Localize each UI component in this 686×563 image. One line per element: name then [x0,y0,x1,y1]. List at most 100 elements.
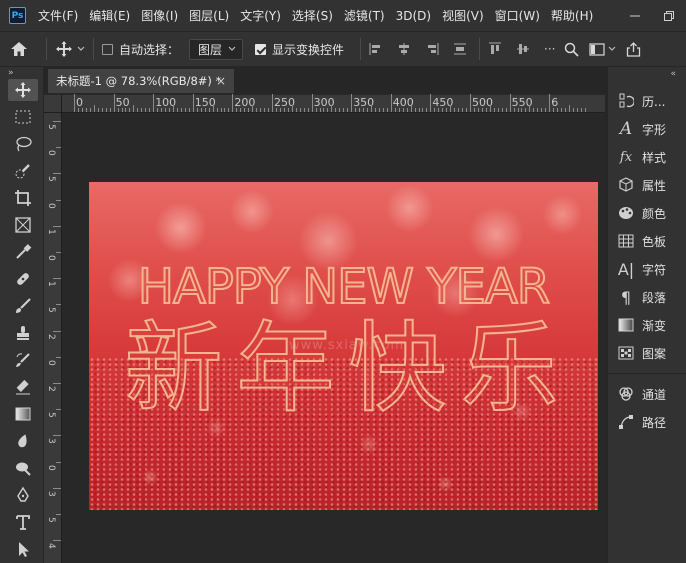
ruler-major-tick [470,94,471,112]
panel-history[interactable]: 历... [608,87,686,115]
home-button[interactable] [0,41,38,57]
panel-group-separator [608,373,686,374]
styles-icon: fx [619,149,633,165]
ruler-label: 5 [46,124,56,130]
document-tab[interactable]: 未标题-1 @ 78.3%(RGB/8#) * × [48,69,234,93]
ruler-minor-tick [248,108,250,112]
chevron-down-icon [77,46,85,51]
ruler-minor-tick [319,108,321,112]
distribute-icon[interactable] [453,42,467,56]
ruler-minor-tick [367,108,369,112]
menu-window[interactable]: 窗口(W) [495,7,540,24]
dodge-tool[interactable] [8,457,38,479]
ruler-major-tick [74,94,75,112]
menu-layer[interactable]: 图层(L) [189,7,229,24]
menu-help[interactable]: 帮助(H) [551,7,593,24]
quick-selection-icon [15,164,30,179]
crop-tool[interactable] [8,187,38,209]
ruler-minor-tick [208,108,210,112]
auto-select-option[interactable]: 自动选择： [102,41,179,58]
frame-tool[interactable] [8,214,38,236]
clone-stamp-tool[interactable] [8,322,38,344]
menu-view[interactable]: 视图(V) [442,7,484,24]
ellipsis-icon: ··· [544,42,556,56]
menu-file[interactable]: 文件(F) [38,7,78,24]
panel-gradients[interactable]: 渐变 [608,311,686,339]
eyedropper-tool[interactable] [8,241,38,263]
vertical-ruler[interactable]: 5 0 5 0 1 0 1 5 2 0 2 5 3 0 3 5 4 [44,113,62,563]
align-vertical-center-icon[interactable] [516,42,530,56]
ruler-major-tick [232,94,234,112]
workspace-button[interactable] [588,42,616,56]
collapse-toolbar-icon[interactable]: » [0,67,43,79]
align-horizontal-center-icon[interactable] [397,42,411,56]
auto-select-checkbox[interactable] [102,43,113,55]
ruler-minor-tick [287,108,289,112]
menu-image[interactable]: 图像(I) [141,7,178,24]
close-tab-icon[interactable]: × [216,74,226,88]
history-brush-tool[interactable] [8,349,38,371]
options-bar: 自动选择： 图层 显示变换控件 ··· [0,31,686,67]
blur-tool[interactable] [8,430,38,452]
search-button[interactable] [564,42,579,57]
panel-color[interactable]: 颜色 [608,199,686,227]
show-transform-option[interactable]: 显示变换控件 [255,41,344,58]
ruler-minor-tick [327,108,329,112]
ruler-tick [53,278,61,280]
pasteboard[interactable]: HAPPY NEW YEAR www.sxiaw.com 新年快乐 [62,113,605,563]
brush-tool[interactable] [8,295,38,317]
show-transform-checkbox[interactable] [255,43,267,55]
panel-styles[interactable]: fx 样式 [608,143,686,171]
eraser-tool[interactable] [8,376,38,398]
gradient-tool[interactable] [8,403,38,425]
align-right-icon[interactable] [425,42,439,56]
type-icon [16,515,30,530]
align-top-icon[interactable] [488,42,502,56]
window-controls [618,0,686,31]
panel-paths[interactable]: 路径 [608,408,686,436]
move-tool-preset[interactable] [55,40,85,58]
panel-swatches[interactable]: 色板 [608,227,686,255]
menu-edit[interactable]: 编辑(E) [89,7,130,24]
menu-select[interactable]: 选择(S) [292,7,333,24]
ruler-minor-tick [426,108,428,112]
bandage-icon [17,273,29,285]
type-tool[interactable] [8,511,38,533]
minimize-button[interactable] [618,0,652,31]
pen-tool[interactable] [8,484,38,506]
collapse-panels-icon[interactable]: « [608,67,686,81]
horizontal-ruler[interactable]: 0 50 100 150 200 250 300 350 400 450 500 550 6 [62,94,605,113]
panel-character[interactable]: A| 字符 [608,255,686,283]
ruler-minor-tick [283,108,285,112]
quick-selection-tool[interactable] [8,160,38,182]
panel-paragraph[interactable]: ¶ 段落 [608,283,686,311]
ruler-major-tick [549,94,551,112]
panel-patterns[interactable]: 图案 [608,339,686,367]
ruler-label: 5 [46,412,56,418]
ruler-label: 2 [46,333,56,340]
ruler-minor-tick [493,108,495,112]
lasso-tool[interactable] [8,133,38,155]
document-canvas[interactable]: HAPPY NEW YEAR www.sxiaw.com 新年快乐 [89,182,598,510]
minimize-icon [630,15,640,16]
maximize-button[interactable] [652,0,686,31]
path-selection-tool[interactable] [8,538,38,560]
ruler-minor-tick [220,108,222,112]
share-button[interactable] [626,41,641,57]
ruler-minor-tick [216,108,218,112]
marquee-tool[interactable] [8,106,38,128]
align-left-icon[interactable] [369,42,383,56]
move-tool[interactable] [8,79,38,101]
ruler-minor-tick [422,108,424,112]
ruler-minor-tick [386,108,388,112]
more-options-button[interactable]: ··· [544,42,555,56]
panel-channels[interactable]: 通道 [608,380,686,408]
healing-brush-tool[interactable] [8,268,38,290]
panel-properties[interactable]: 属性 [608,171,686,199]
menu-3d[interactable]: 3D(D) [396,9,431,23]
panel-glyphs[interactable]: A 字形 [608,115,686,143]
menu-type[interactable]: 文字(Y) [240,7,281,24]
ruler-origin[interactable] [44,95,62,113]
layer-select-dropdown[interactable]: 图层 [189,38,244,60]
menu-filter[interactable]: 滤镜(T) [344,7,385,24]
